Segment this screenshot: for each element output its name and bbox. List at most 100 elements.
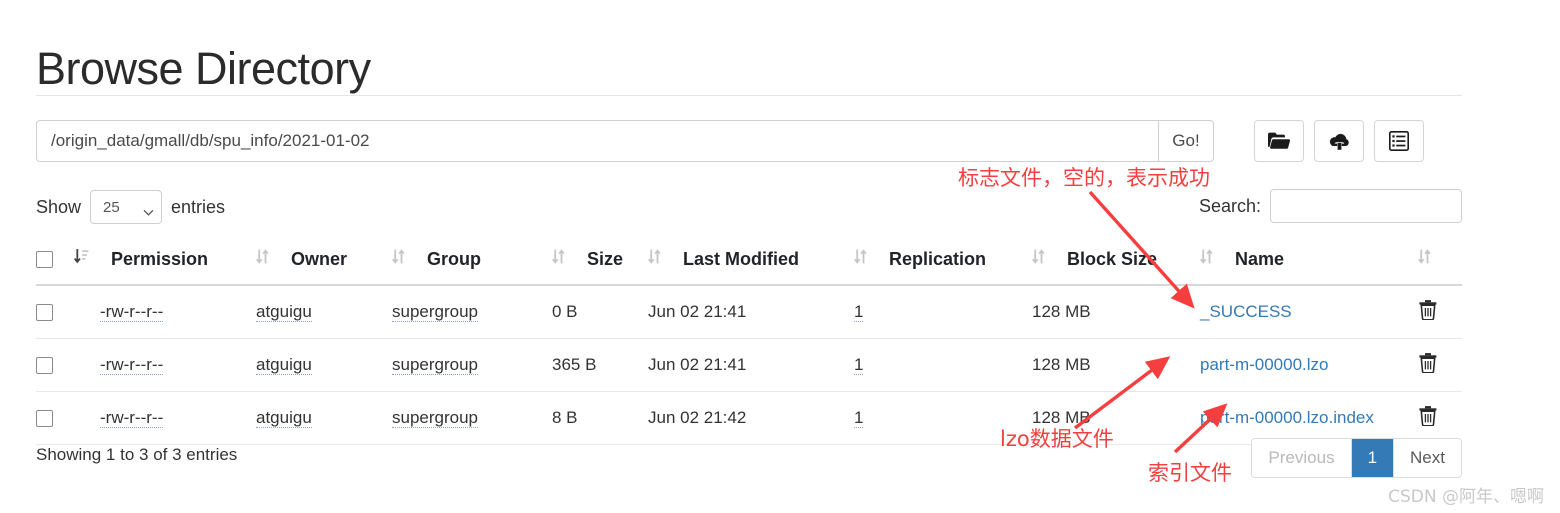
th-last-modified-label: Last Modified: [683, 248, 799, 269]
search-input[interactable]: [1270, 189, 1462, 223]
table-row: -rw-r--r-- atguigu supergroup 8 B Jun 02…: [36, 391, 1462, 445]
row-select-cell: [36, 391, 74, 445]
row-checkbox[interactable]: [36, 304, 53, 322]
file-name-link[interactable]: _SUCCESS: [1200, 302, 1292, 321]
show-label: Show: [36, 196, 82, 217]
entries-select-wrap: 25: [90, 190, 163, 224]
th-size[interactable]: Size: [552, 240, 648, 286]
sort-icon[interactable]: [392, 248, 405, 270]
permission-value[interactable]: -rw-r--r--: [100, 408, 164, 428]
th-name-label: Name: [1235, 248, 1285, 269]
pagination: Previous 1 Next: [1251, 438, 1462, 478]
sort-icon[interactable]: [552, 248, 565, 270]
owner-value[interactable]: atguigu: [256, 302, 312, 322]
size-value: 0 B: [552, 302, 578, 321]
annotation-index-file: 索引文件: [1148, 461, 1232, 485]
sort-amount-desc-icon[interactable]: [73, 248, 89, 270]
sort-icon[interactable]: [854, 248, 867, 270]
last-modified-value: Jun 02 21:42: [648, 408, 747, 427]
cell-permission: -rw-r--r--: [74, 338, 256, 392]
cut-high-availability-button[interactable]: [1374, 120, 1424, 162]
entries-select[interactable]: 25: [90, 190, 163, 224]
owner-value[interactable]: atguigu: [256, 355, 312, 375]
file-name-link[interactable]: part-m-00000.lzo: [1200, 355, 1329, 374]
cell-owner: atguigu: [256, 285, 392, 339]
cell-last-modified: Jun 02 21:41: [648, 285, 854, 339]
size-value: 365 B: [552, 355, 597, 374]
th-replication-label: Replication: [889, 248, 987, 269]
cell-permission: -rw-r--r--: [74, 285, 256, 339]
new-directory-button[interactable]: [1254, 120, 1304, 162]
th-name[interactable]: Name: [1200, 240, 1418, 286]
cell-size: 0 B: [552, 285, 648, 339]
permission-value[interactable]: -rw-r--r--: [100, 355, 164, 375]
go-button[interactable]: Go!: [1158, 120, 1214, 162]
browse-directory-page: Browse Directory Go!: [0, 0, 1560, 513]
path-bar: Go!: [36, 120, 1214, 162]
cell-name: part-m-00000.lzo.index: [1200, 391, 1418, 445]
cell-replication: 1: [854, 338, 1032, 392]
th-replication[interactable]: Replication: [854, 240, 1032, 286]
search-control: Search:: [1199, 189, 1462, 223]
delete-icon[interactable]: [1418, 299, 1438, 325]
permission-value[interactable]: -rw-r--r--: [100, 302, 164, 322]
delete-icon[interactable]: [1418, 405, 1438, 431]
search-label: Search:: [1198, 195, 1261, 216]
block-size-value: 128 MB: [1032, 302, 1091, 321]
sort-icon[interactable]: [648, 248, 661, 270]
group-value[interactable]: supergroup: [392, 302, 479, 322]
row-checkbox[interactable]: [36, 357, 53, 375]
th-block-size[interactable]: Block Size: [1032, 240, 1200, 286]
pagination-previous[interactable]: Previous: [1252, 439, 1352, 477]
csdn-watermark: CSDN @阿年、嗯啊: [1388, 487, 1544, 507]
replication-value[interactable]: 1: [854, 302, 864, 322]
pagination-page-1[interactable]: 1: [1351, 439, 1395, 477]
cell-owner: atguigu: [256, 338, 392, 392]
last-modified-value: Jun 02 21:41: [648, 355, 747, 374]
th-group[interactable]: Group: [392, 240, 552, 286]
group-value[interactable]: supergroup: [392, 408, 479, 428]
th-size-label: Size: [587, 248, 624, 269]
cell-size: 8 B: [552, 391, 648, 445]
sort-icon[interactable]: [1032, 248, 1045, 270]
table-body: -rw-r--r-- atguigu supergroup 0 B Jun 02…: [36, 285, 1462, 445]
delete-icon[interactable]: [1418, 352, 1438, 378]
th-block-size-label: Block Size: [1067, 248, 1158, 269]
size-value: 8 B: [552, 408, 578, 427]
list-alt-icon: [1389, 131, 1409, 151]
row-checkbox[interactable]: [36, 410, 53, 428]
owner-value[interactable]: atguigu: [256, 408, 312, 428]
path-input[interactable]: [36, 120, 1158, 162]
cell-name: _SUCCESS: [1200, 285, 1418, 339]
group-value[interactable]: supergroup: [392, 355, 479, 375]
cell-replication: 1: [854, 285, 1032, 339]
cloud-upload-icon: [1328, 132, 1351, 151]
cell-actions: [1418, 338, 1462, 392]
th-permission-label: Permission: [111, 248, 209, 269]
annotation-lzo-data-file: lzo数据文件: [1000, 427, 1114, 451]
showing-entries-text: Showing 1 to 3 of 3 entries: [36, 445, 238, 464]
title-divider: [36, 95, 1462, 96]
show-entries-control: Show 25 entries: [36, 190, 225, 224]
replication-value[interactable]: 1: [854, 355, 864, 375]
sort-icon[interactable]: [1200, 248, 1213, 270]
entries-label: entries: [171, 196, 226, 217]
sort-icon[interactable]: [1418, 248, 1431, 270]
table-head: Permission Owner Group Size Last Modifie…: [36, 240, 1462, 286]
sort-icon[interactable]: [256, 248, 269, 270]
file-name-link[interactable]: part-m-00000.lzo.index: [1200, 408, 1374, 427]
cell-last-modified: Jun 02 21:42: [648, 391, 854, 445]
pagination-next[interactable]: Next: [1394, 439, 1461, 477]
th-owner-label: Owner: [291, 248, 348, 269]
row-select-cell: [36, 285, 74, 339]
th-owner[interactable]: Owner: [256, 240, 392, 286]
cell-block-size: 128 MB: [1032, 338, 1200, 392]
last-modified-value: Jun 02 21:41: [648, 302, 747, 321]
th-last-modified[interactable]: Last Modified: [648, 240, 854, 286]
replication-value[interactable]: 1: [854, 408, 864, 428]
th-actions[interactable]: [1418, 240, 1462, 286]
select-all-checkbox[interactable]: [36, 251, 53, 269]
th-permission[interactable]: Permission: [73, 240, 256, 286]
directory-action-buttons: [1254, 120, 1424, 162]
upload-files-button[interactable]: [1314, 120, 1364, 162]
